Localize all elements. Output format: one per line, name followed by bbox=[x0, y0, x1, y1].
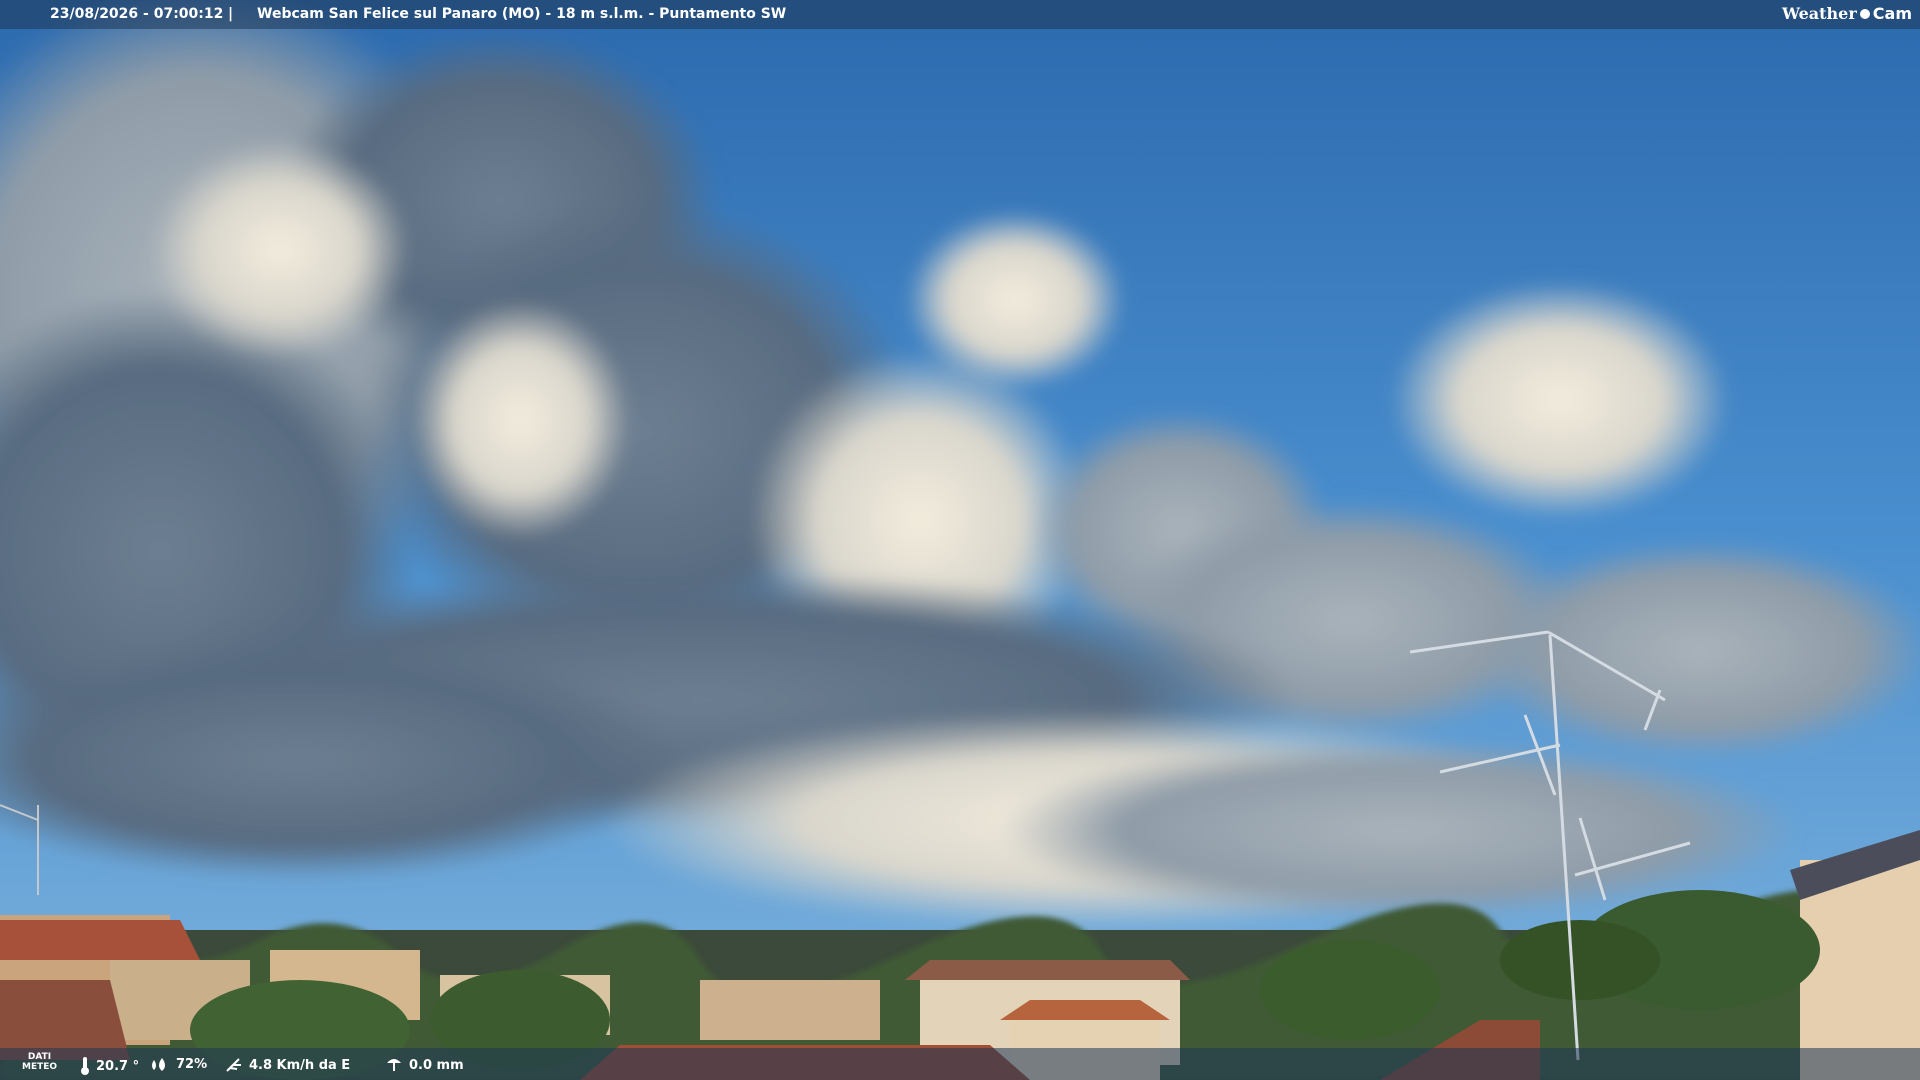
meteo-label-line2: METEO bbox=[22, 1062, 58, 1072]
meteo-data-label: DATI METEO bbox=[22, 1052, 57, 1072]
rain-stat: 0.0 mm bbox=[385, 1057, 464, 1073]
humidity-drop-icon bbox=[152, 1057, 165, 1071]
weathercam-logo-icon bbox=[1859, 8, 1870, 19]
humidity-value: 72% bbox=[176, 1057, 208, 1072]
webcam-title: Webcam San Felice sul Panaro (MO) - 18 m… bbox=[257, 6, 787, 22]
brand-left: Weather bbox=[1781, 4, 1857, 23]
wind-icon bbox=[226, 1058, 241, 1072]
rain-value: 0.0 mm bbox=[409, 1057, 464, 1073]
temperature-value: 20.7 ° bbox=[96, 1058, 140, 1074]
rain-icon bbox=[387, 1059, 401, 1071]
wind-stat: 4.8 Km/h da E bbox=[225, 1057, 350, 1073]
meteo-bar: DATI METEO 20.7 ° 72% 4.8 Km/h da E 0.0 … bbox=[0, 1048, 1920, 1080]
header-separator: | bbox=[228, 6, 234, 22]
thermometer-icon bbox=[81, 1057, 89, 1075]
brand-right: Cam bbox=[1872, 4, 1912, 23]
timestamp: 23/08/2026 - 07:00:12 bbox=[50, 6, 224, 22]
webcam-scene bbox=[0, 0, 1920, 1080]
weathercam-logo: Weather Cam bbox=[1782, 4, 1912, 23]
temperature-stat: 20.7 ° bbox=[80, 1057, 139, 1075]
header-bar: 23/08/2026 - 07:00:12 | Webcam San Felic… bbox=[0, 0, 1920, 29]
humidity-stat: 72% bbox=[150, 1057, 207, 1072]
wind-value: 4.8 Km/h da E bbox=[249, 1057, 351, 1073]
meteo-label-line1: DATI bbox=[27, 1052, 52, 1062]
